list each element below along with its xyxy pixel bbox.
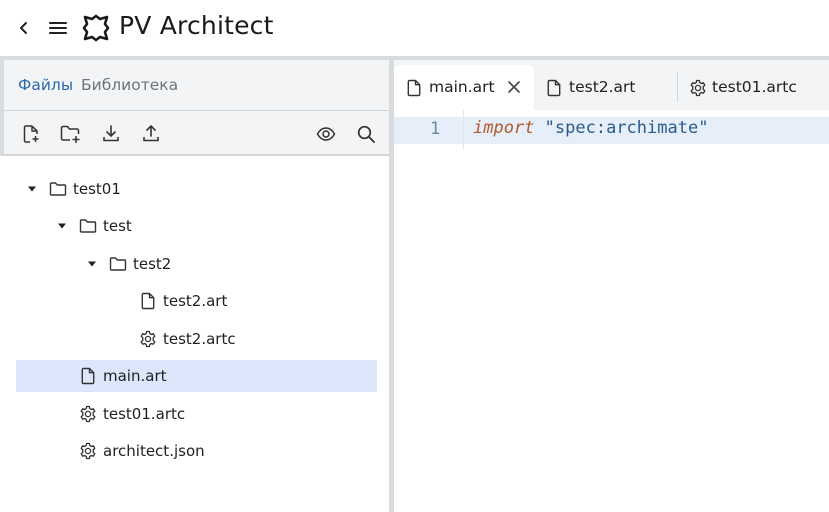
new-folder-icon	[60, 124, 82, 144]
eye-icon	[316, 124, 336, 144]
download-button[interactable]	[99, 122, 123, 146]
menu-button[interactable]	[43, 13, 73, 43]
tree-item-label: architect.json	[103, 442, 205, 460]
tree-item-architect-json[interactable]: architect.json	[16, 435, 377, 467]
editor-panel: main.art test2.art test01.artc 1 import …	[394, 60, 829, 512]
toggle-visibility-button[interactable]	[314, 122, 338, 146]
caret-down-icon[interactable]	[57, 221, 67, 231]
file-icon	[546, 79, 562, 97]
gear-icon	[79, 405, 97, 423]
editor-tab-test2-art[interactable]: test2.art	[534, 65, 669, 110]
file-panel: Файлы Библиотека test01 test test2 test2…	[0, 60, 389, 512]
tree-item-label: main.art	[103, 367, 167, 385]
hamburger-icon	[49, 21, 67, 35]
tree-item-label: test	[103, 217, 132, 235]
app-logo	[82, 14, 110, 42]
app-title: PV Architect	[119, 11, 274, 40]
app-header: PV Architect	[0, 0, 829, 56]
caret-down-icon[interactable]	[27, 184, 37, 194]
close-icon[interactable]	[507, 80, 521, 94]
code-string: "spec:archimate"	[544, 118, 709, 138]
tree-item-test2-folder[interactable]: test2	[16, 248, 377, 280]
tab-library[interactable]: Библиотека	[81, 76, 178, 94]
upload-icon	[141, 124, 161, 144]
tree-item-label: test2	[133, 255, 172, 273]
tree-item-test01[interactable]: test01	[16, 173, 377, 205]
back-button[interactable]	[9, 13, 39, 43]
download-icon	[101, 124, 121, 144]
new-file-button[interactable]	[19, 122, 43, 146]
editor-tab-label: test2.art	[569, 78, 636, 96]
file-icon	[139, 292, 157, 310]
tree-item-test[interactable]: test	[16, 210, 377, 242]
panel-tabs: Файлы Библиотека	[0, 60, 389, 110]
tree-item-test2-artc[interactable]: test2.artc	[16, 323, 377, 355]
editor-tab-label: test01.artc	[712, 78, 797, 96]
gear-icon	[79, 442, 97, 460]
code-line-1[interactable]: import "spec:archimate"	[473, 118, 708, 138]
tab-files[interactable]: Файлы	[18, 76, 73, 94]
folder-icon	[79, 217, 97, 235]
search-icon	[356, 124, 376, 144]
tree-item-test2-art[interactable]: test2.art	[16, 285, 377, 317]
tree-item-label: test2.artc	[163, 330, 236, 348]
tree-item-label: test2.art	[163, 292, 228, 310]
code-editor[interactable]: 1 import "spec:archimate"	[394, 110, 829, 512]
file-icon	[79, 367, 97, 385]
tree-item-test01-artc[interactable]: test01.artc	[16, 398, 377, 430]
tree-item-label: test01.artc	[103, 405, 186, 423]
folder-icon	[109, 255, 127, 273]
editor-tab-label: main.art	[429, 78, 495, 96]
upload-button[interactable]	[139, 122, 163, 146]
editor-tab-main-art[interactable]: main.art	[394, 65, 534, 110]
gear-icon	[689, 79, 707, 97]
editor-tabs: main.art test2.art test01.artc	[394, 60, 829, 110]
caret-down-icon[interactable]	[87, 259, 97, 269]
search-button[interactable]	[354, 122, 378, 146]
gear-icon	[139, 330, 157, 348]
editor-tab-test01-artc[interactable]: test01.artc	[678, 65, 829, 110]
folder-icon	[49, 180, 67, 198]
tree-item-label: test01	[73, 180, 121, 198]
new-folder-button[interactable]	[59, 122, 83, 146]
code-keyword: import	[473, 118, 535, 138]
gutter-divider	[463, 110, 464, 150]
chevron-left-icon	[17, 21, 31, 35]
file-icon	[406, 79, 422, 97]
new-file-icon	[21, 124, 41, 144]
file-tree: test01 test test2 test2.art test2.artc m…	[0, 158, 389, 512]
file-toolbar	[0, 110, 389, 156]
tree-item-main-art[interactable]: main.art	[16, 360, 377, 392]
line-number: 1	[430, 119, 441, 139]
